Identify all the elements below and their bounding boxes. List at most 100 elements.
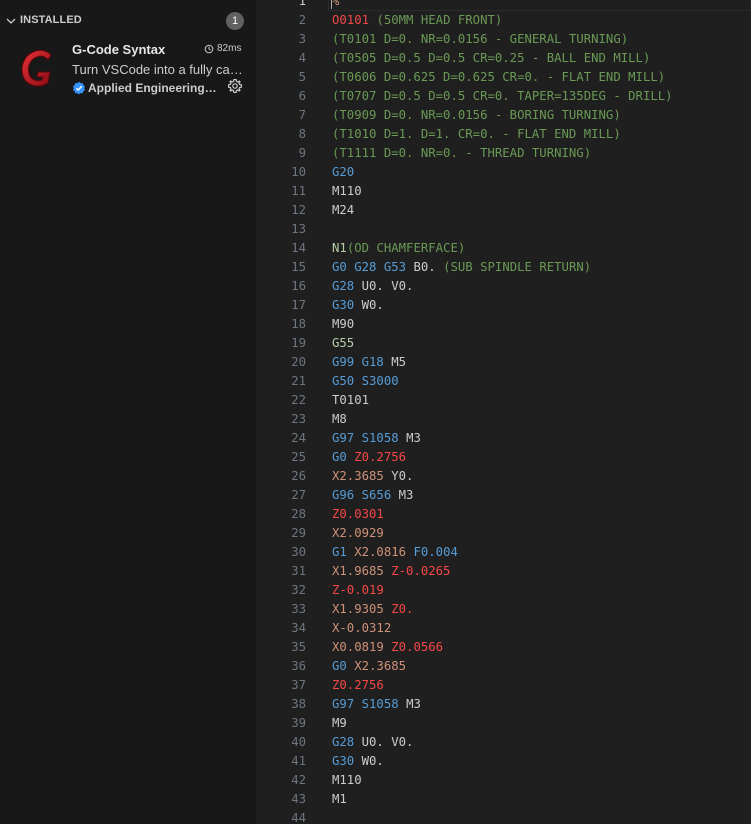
line-number: 24 [291, 431, 306, 445]
extensions-sidebar: INSTALLED 1 G-Code Syntax 82ms Turn VSCo… [0, 0, 256, 824]
line-number: 32 [291, 583, 306, 597]
line-number: 37 [291, 678, 306, 692]
line-number: 1 [298, 0, 306, 8]
line-number: 31 [291, 564, 306, 578]
code-token: U0. [361, 279, 384, 293]
code-token: G1 [332, 545, 347, 559]
line-number: 33 [291, 602, 306, 616]
code-line[interactable]: X2.3685 Y0. [332, 467, 673, 486]
code-token: G18 [361, 355, 384, 369]
line-number: 14 [291, 241, 306, 255]
line-number: 25 [291, 450, 306, 464]
extension-publisher[interactable]: Applied Engineering & Design [72, 80, 222, 96]
code-token: M24 [332, 203, 355, 217]
line-number: 7 [298, 108, 306, 122]
code-line[interactable]: (T0909 D=0. NR=0.0156 - BORING TURNING) [332, 106, 673, 125]
code-token: V0. [391, 279, 414, 293]
code-editor[interactable]: 1 2 3 4 5 6 7 8 9 10 11 12 13 14 15 16 17 18 19 20 21 22 23 24 2… [256, 0, 751, 824]
code-lines[interactable]: % O0101 (50MM HEAD FRONT) (T0101 D=0. NR=0… [332, 0, 673, 824]
code-line[interactable]: Z-0.019 [332, 581, 673, 600]
code-line[interactable]: G0 X2.3685 [332, 657, 673, 676]
code-token: Y0. [391, 469, 414, 483]
code-line[interactable]: X2.0929 [332, 524, 673, 543]
code-token: G97 [332, 697, 355, 711]
code-line[interactable]: T0101 [332, 391, 673, 410]
code-token: G96 [332, 488, 355, 502]
code-line[interactable]: M110 [332, 182, 673, 201]
code-line[interactable]: G30 W0. [332, 752, 673, 771]
verified-badge-icon [73, 81, 85, 95]
code-token: M110 [332, 773, 362, 787]
code-line[interactable]: G99 G18 M5 [332, 353, 673, 372]
code-token: Z0. [391, 602, 414, 616]
code-line[interactable]: M8 [332, 410, 673, 429]
code-line[interactable]: G97 S1058 M3 [332, 429, 673, 448]
gear-icon[interactable] [227, 78, 243, 94]
chevron-down-icon[interactable] [6, 16, 16, 26]
line-number: 18 [291, 317, 306, 331]
code-line[interactable]: N1(OD CHAMFERFACE) [332, 239, 673, 258]
code-line[interactable]: G1 X2.0816 F0.004 [332, 543, 673, 562]
code-line[interactable] [332, 809, 673, 824]
installed-section-header[interactable]: INSTALLED 1 [0, 8, 256, 34]
code-token: (OD CHAMFERFACE) [346, 241, 466, 255]
code-token: (50MM HEAD FRONT) [376, 13, 503, 27]
code-token: M8 [332, 412, 347, 426]
code-line[interactable]: (T1010 D=1. D=1. CR=0. - FLAT END MILL) [332, 125, 673, 144]
code-line[interactable]: M110 [332, 771, 673, 790]
code-line[interactable]: G55 [332, 334, 673, 353]
code-line[interactable]: (T0101 D=0. NR=0.0156 - GENERAL TURNING) [332, 30, 673, 49]
code-token: (T1010 D=1. D=1. CR=0. - FLAT END MILL) [332, 127, 621, 141]
code-line[interactable]: X0.0819 Z0.0566 [332, 638, 673, 657]
code-line[interactable]: G28 U0. V0. [332, 277, 673, 296]
code-line[interactable]: G97 S1058 M3 [332, 695, 673, 714]
line-number: 11 [291, 184, 306, 198]
code-line[interactable]: Z0.0301 [332, 505, 673, 524]
code-line[interactable]: (T0606 D=0.625 D=0.625 CR=0. - FLAT END … [332, 68, 673, 87]
extension-logo [21, 49, 52, 87]
code-line[interactable]: M9 [332, 714, 673, 733]
code-token: G97 [332, 431, 355, 445]
code-line[interactable]: (T1111 D=0. NR=0. - THREAD TURNING) [332, 144, 673, 163]
code-line[interactable]: X-0.0312 [332, 619, 673, 638]
code-token: G50 [332, 374, 355, 388]
line-number: 17 [291, 298, 306, 312]
extension-description: Turn VSCode into a fully capable G-Code … [72, 62, 248, 77]
code-line[interactable]: G0 Z0.2756 [332, 448, 673, 467]
code-token: N1 [332, 241, 347, 255]
line-number: 4 [298, 51, 306, 65]
code-line[interactable]: G50 S3000 [332, 372, 673, 391]
code-token: M1 [332, 792, 347, 806]
code-token: M3 [398, 488, 414, 502]
code-line[interactable]: G20 [332, 163, 673, 182]
code-line[interactable] [332, 220, 673, 239]
code-token: (T0707 D=0.5 D=0.5 CR=0. TAPER=135DEG - … [332, 89, 673, 103]
code-line[interactable]: X1.9685 Z-0.0265 [332, 562, 673, 581]
code-token: X0.0819 [332, 640, 384, 654]
publisher-name: Applied Engineering & Design [88, 81, 218, 95]
extension-list-item[interactable]: G-Code Syntax 82ms Turn VSCode into a fu… [0, 36, 256, 102]
line-number: 3 [298, 32, 306, 46]
line-number: 30 [291, 545, 306, 559]
code-line[interactable]: O0101 (50MM HEAD FRONT) [332, 11, 673, 30]
code-token: O0101 [332, 13, 370, 27]
code-line[interactable]: G28 U0. V0. [332, 733, 673, 752]
code-line[interactable]: Z0.2756 [332, 676, 673, 695]
code-line[interactable]: X1.9305 Z0. [332, 600, 673, 619]
code-line[interactable]: % [332, 0, 673, 11]
line-number: 34 [291, 621, 306, 635]
code-line[interactable]: G96 S656 M3 [332, 486, 673, 505]
code-line[interactable]: M24 [332, 201, 673, 220]
code-token: X2.0929 [332, 526, 384, 540]
code-token: (T0505 D=0.5 D=0.5 CR=0.25 - BALL END MI… [332, 51, 651, 65]
code-line[interactable]: M90 [332, 315, 673, 334]
code-line[interactable]: (T0505 D=0.5 D=0.5 CR=0.25 - BALL END MI… [332, 49, 673, 68]
code-line[interactable]: G0 G28 G53 B0. (SUB SPINDLE RETURN) [332, 258, 673, 277]
line-number: 38 [291, 697, 306, 711]
code-line[interactable]: M1 [332, 790, 673, 809]
code-line[interactable]: G30 W0. [332, 296, 673, 315]
code-line[interactable]: (T0707 D=0.5 D=0.5 CR=0. TAPER=135DEG - … [332, 87, 673, 106]
